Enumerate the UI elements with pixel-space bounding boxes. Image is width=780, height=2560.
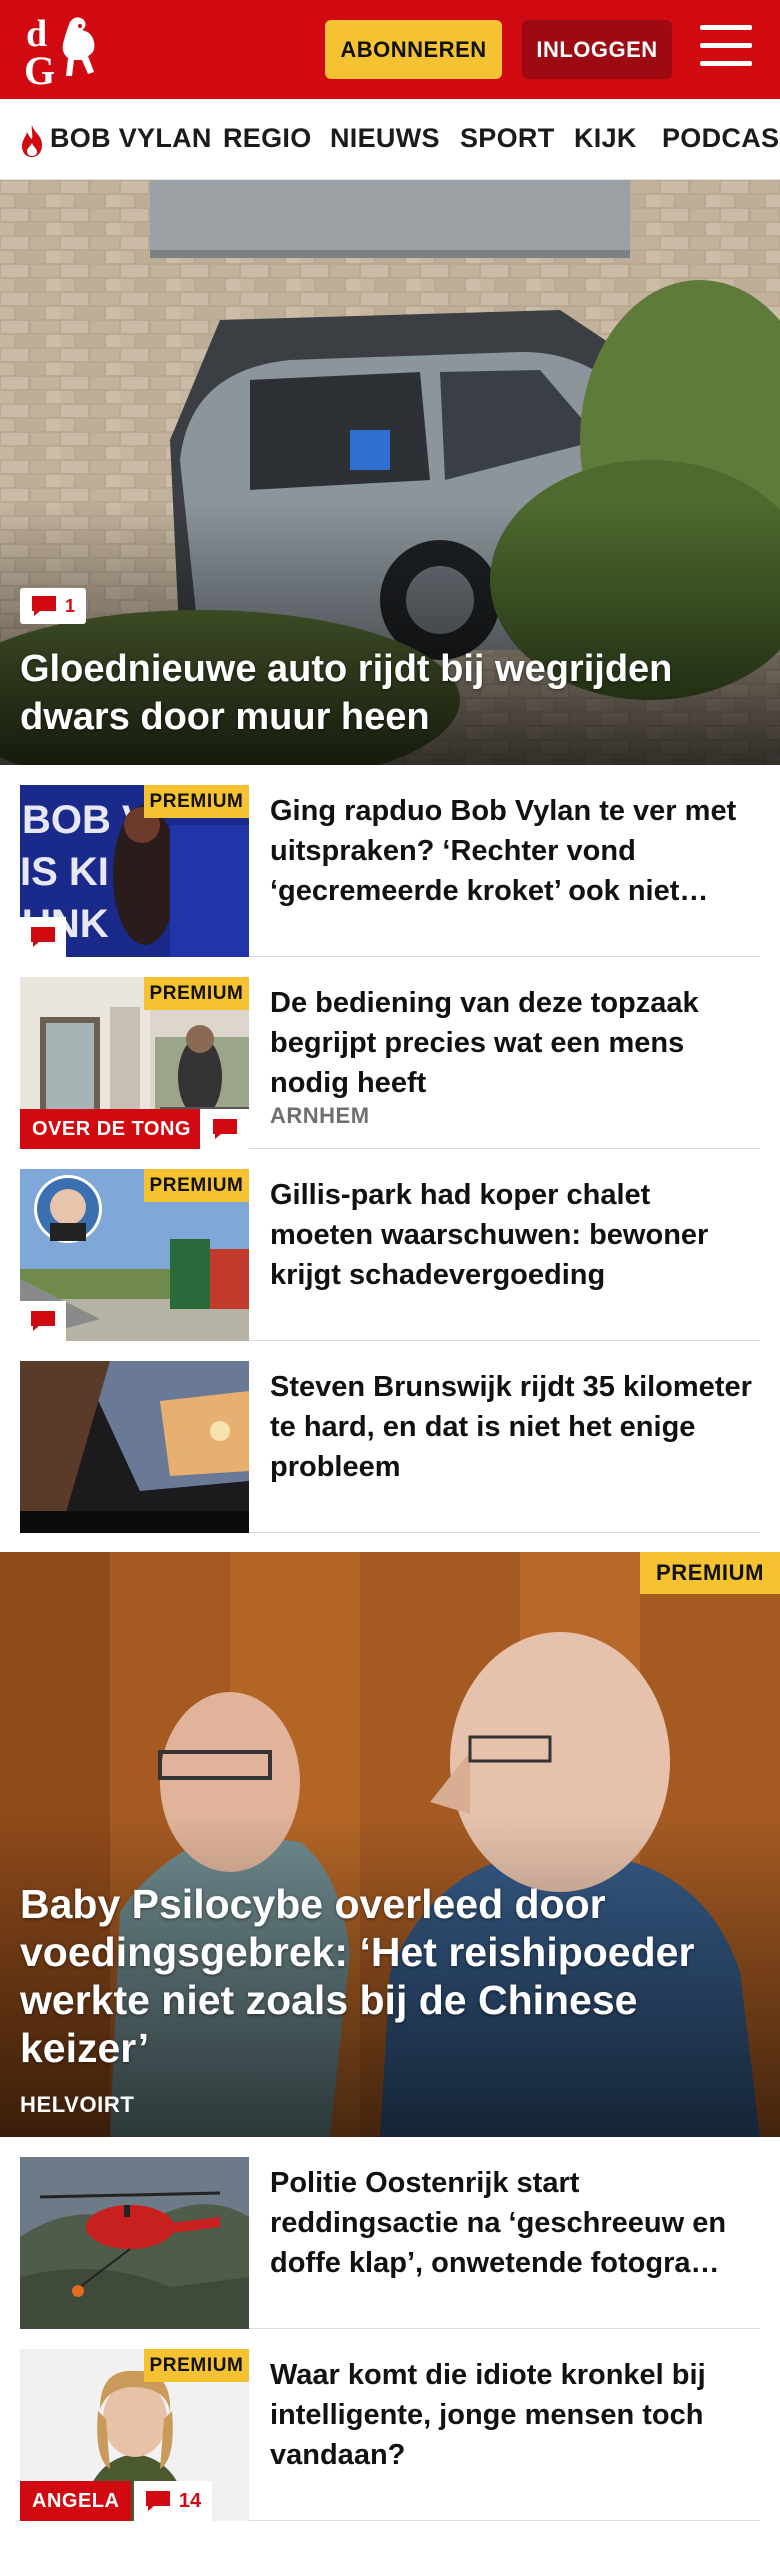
nav-item-sport[interactable]: SPORT — [460, 123, 555, 154]
nav-item-nieuws[interactable]: NIEUWS — [330, 123, 440, 154]
menu-icon[interactable] — [700, 25, 752, 71]
article-title[interactable]: De bediening van deze topzaak begrijpt p… — [270, 983, 760, 1103]
nav-item-podcast[interactable]: PODCAS — [662, 123, 779, 154]
comment-icon — [212, 1119, 237, 1139]
article-title[interactable]: Steven Brunswijk rijdt 35 kilometer te h… — [270, 1367, 760, 1487]
list-item[interactable]: BOB V IS KI UNK PREMIUM Ging rapduo Bob … — [20, 765, 760, 957]
site-header: d G ABONNEREN INLOGGEN — [0, 0, 780, 99]
flame-icon — [22, 125, 42, 157]
premium-badge: PREMIUM — [144, 1169, 249, 1202]
comment-icon — [31, 596, 56, 616]
comment-badge[interactable] — [20, 917, 66, 957]
premium-badge: PREMIUM — [144, 2349, 249, 2382]
article-title[interactable]: Ging rapduo Bob Vylan te ver met uitspra… — [270, 791, 760, 911]
article-thumbnail — [20, 1361, 249, 1533]
premium-badge: PREMIUM — [640, 1552, 780, 1594]
comment-icon — [31, 927, 55, 947]
premium-badge: PREMIUM — [144, 977, 249, 1010]
article-thumbnail: PREMIUM OVER DE TONG — [20, 977, 249, 1149]
column-tag: ANGELA — [20, 2481, 132, 2521]
nav-item-kijk[interactable]: KIJK — [574, 123, 637, 154]
hero-title[interactable]: Gloednieuwe auto rijdt bij wegrijden dwa… — [20, 645, 760, 741]
logo[interactable]: d G — [20, 10, 120, 90]
article-location: ARNHEM — [270, 1103, 370, 1128]
column-tag: OVER DE TONG — [20, 1109, 203, 1149]
login-button[interactable]: INLOGGEN — [522, 20, 672, 79]
featured-location: HELVOIRT — [20, 2092, 135, 2117]
rescue-helicopter-image — [20, 2157, 249, 2329]
comment-badge[interactable] — [200, 1109, 249, 1149]
article-thumbnail: PREMIUM ANGELA 14 — [20, 2349, 249, 2521]
list-item[interactable]: PREMIUM OVER DE TONG De bediening van de… — [20, 957, 760, 1149]
comment-badge[interactable] — [20, 1301, 66, 1341]
nav-item-regio[interactable]: REGIO — [223, 123, 312, 154]
featured-title[interactable]: Baby Psilocybe overleed door voedingsgeb… — [20, 1880, 740, 2072]
section-nav: BOB VYLAN REGIO NIEUWS SPORT KIJK PODCAS — [0, 99, 780, 180]
article-thumbnail — [20, 2157, 249, 2329]
hero-comment-badge[interactable]: 1 — [20, 588, 86, 624]
premium-badge: PREMIUM — [144, 785, 249, 818]
article-title[interactable]: Waar komt die idiote kronkel bij intelli… — [270, 2355, 760, 2475]
article-title[interactable]: Gillis-park had koper chalet moeten waar… — [270, 1175, 760, 1295]
comment-badge[interactable]: 14 — [134, 2481, 212, 2521]
car-interior-image — [20, 1361, 249, 1533]
nav-item-bob-vylan[interactable]: BOB VYLAN — [50, 123, 212, 154]
hero-article[interactable]: 1 Gloednieuwe auto rijdt bij wegrijden d… — [0, 180, 780, 765]
comment-count: 14 — [178, 2489, 202, 2512]
subscribe-button[interactable]: ABONNEREN — [325, 20, 502, 79]
comment-icon — [31, 1311, 55, 1331]
article-thumbnail: PREMIUM — [20, 1169, 249, 1341]
svg-text:IS KI: IS KI — [20, 850, 109, 894]
article-thumbnail: BOB V IS KI UNK PREMIUM — [20, 785, 249, 957]
featured-article[interactable]: PREMIUM Baby Psilocybe overleed door voe… — [0, 1552, 780, 2137]
list-item[interactable]: Steven Brunswijk rijdt 35 kilometer te h… — [20, 1341, 760, 1533]
list-item[interactable]: Politie Oostenrijk start reddingsactie n… — [20, 2137, 760, 2329]
hero-comment-count: 1 — [64, 595, 75, 616]
comment-icon — [145, 2491, 170, 2511]
svg-text:G: G — [24, 48, 55, 90]
article-title[interactable]: Politie Oostenrijk start reddingsactie n… — [270, 2163, 760, 2283]
list-item[interactable]: PREMIUM Gillis-park had koper chalet moe… — [20, 1149, 760, 1341]
list-item[interactable]: PREMIUM ANGELA 14 Waar komt die idiote k… — [20, 2329, 760, 2521]
